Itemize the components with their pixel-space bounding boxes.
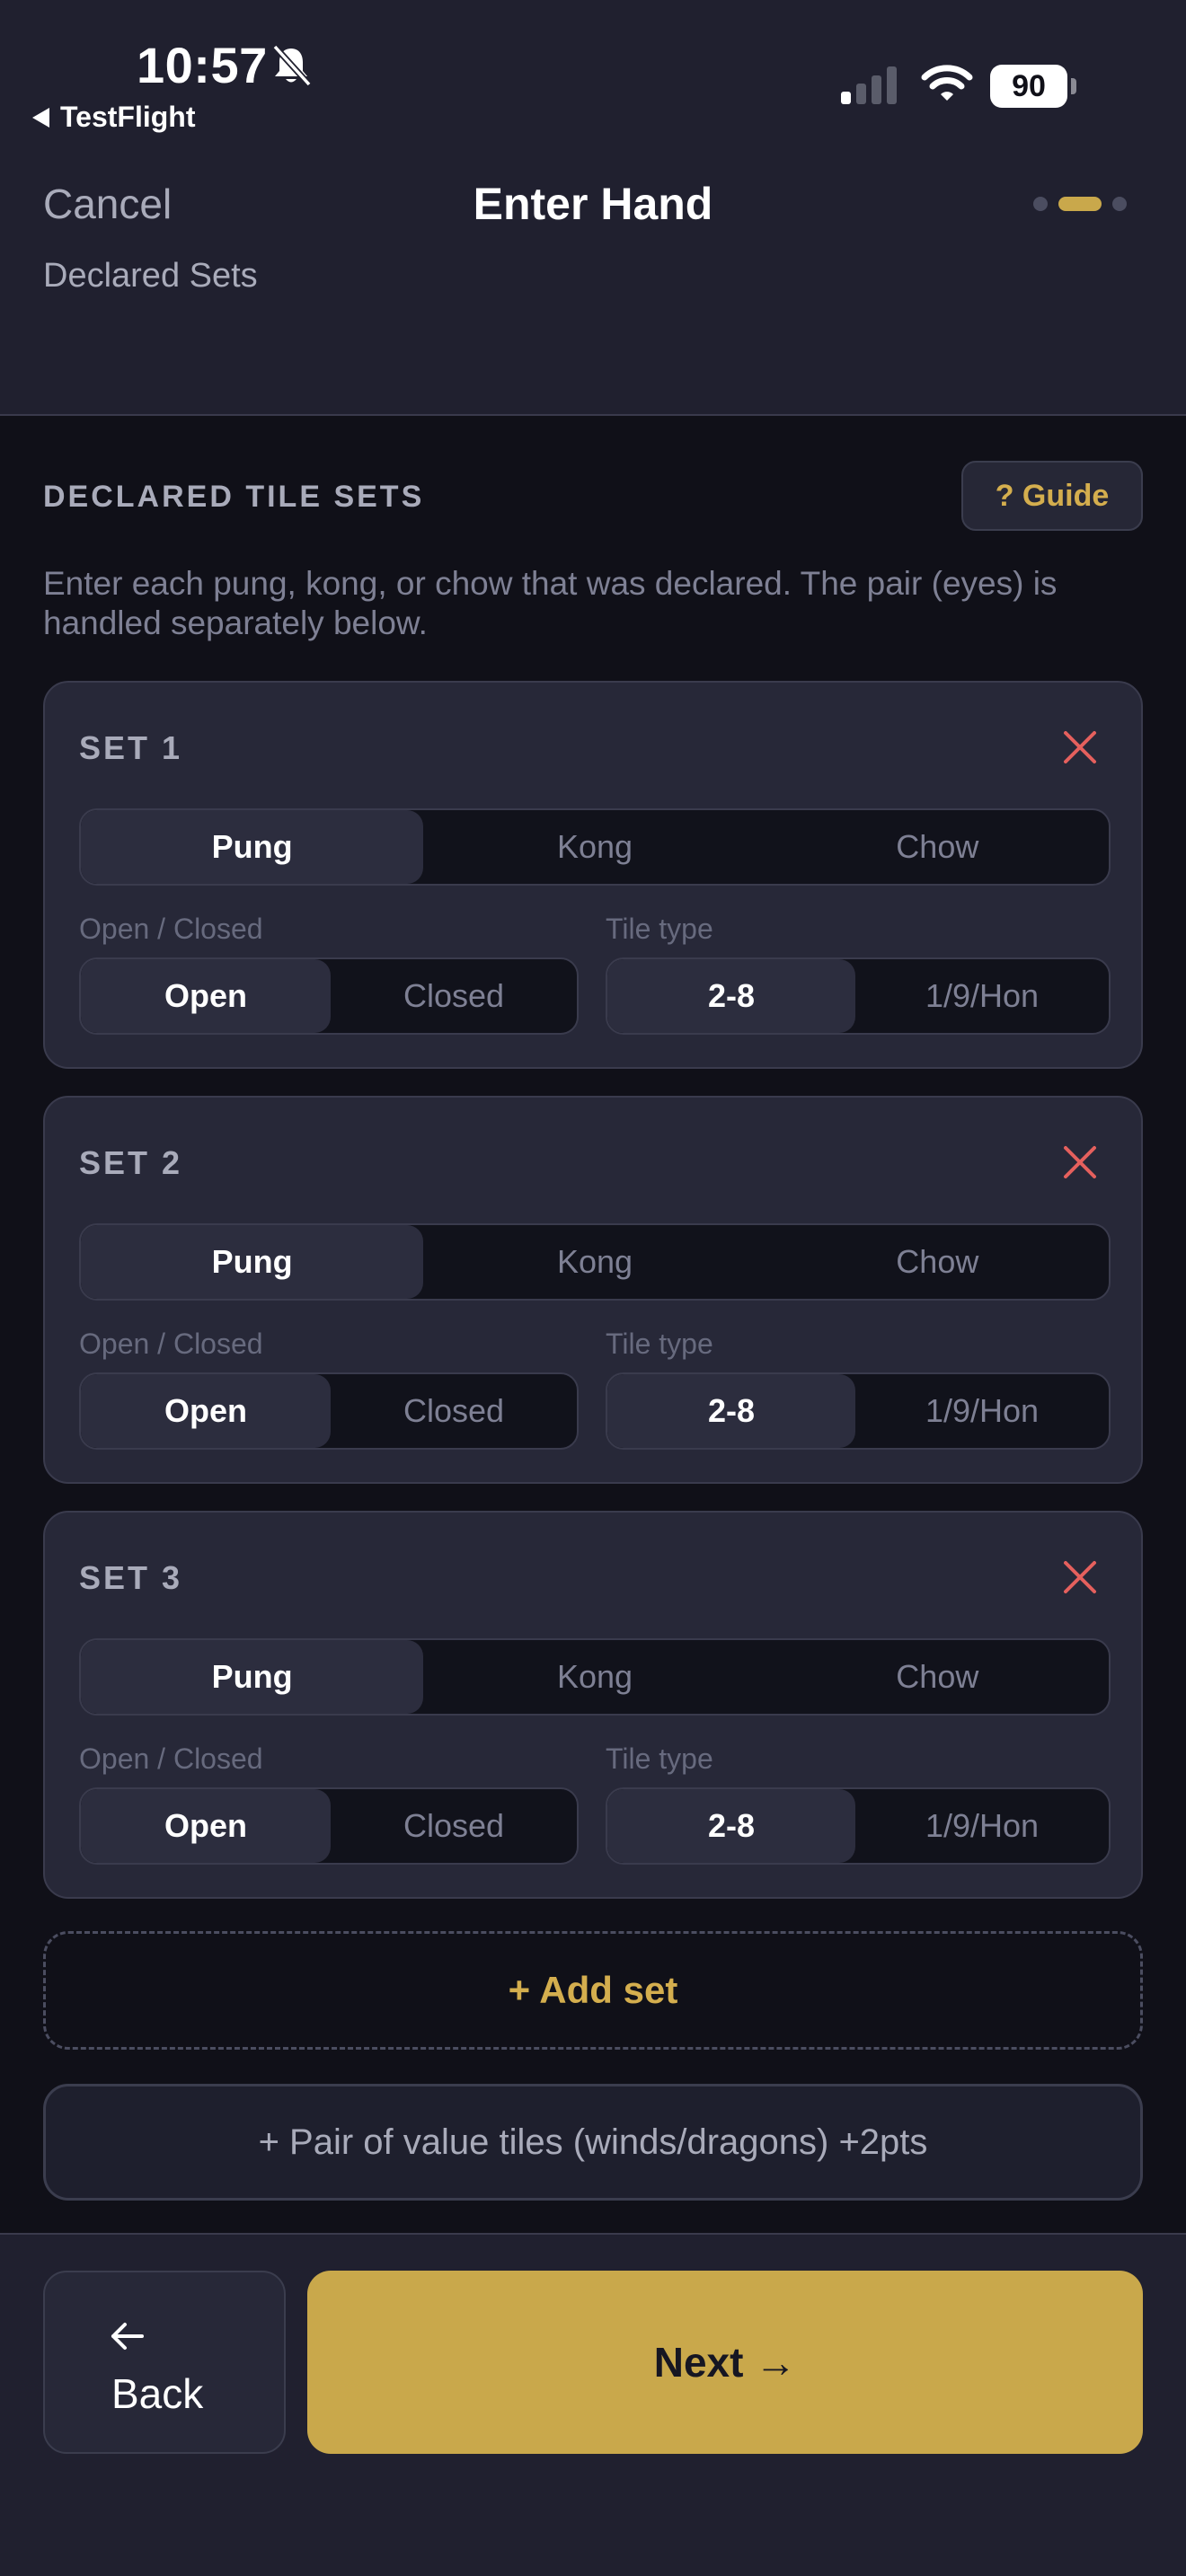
closed-option[interactable]: Closed	[331, 959, 577, 1033]
open-closed-selector: Open Closed	[79, 1372, 579, 1450]
closed-option[interactable]: Closed	[331, 1789, 577, 1863]
set-type-pung[interactable]: Pung	[81, 1225, 424, 1299]
set-label: SET 2	[79, 1144, 183, 1181]
add-set-button[interactable]: + Add set	[43, 1931, 1143, 2050]
tile-terminal-option[interactable]: 1/9/Hon	[855, 1789, 1109, 1863]
open-closed-label: Open / Closed	[79, 1742, 263, 1775]
set-type-selector: Pung Kong Chow	[79, 808, 1111, 886]
tile-type-label: Tile type	[606, 1742, 713, 1775]
wifi-icon	[921, 65, 973, 101]
back-to-app[interactable]: TestFlight	[32, 101, 196, 134]
closed-option[interactable]: Closed	[331, 1374, 577, 1448]
tile-type-label: Tile type	[606, 1328, 713, 1360]
tile-type-selector: 2-8 1/9/Hon	[606, 1372, 1111, 1450]
set-type-kong[interactable]: Kong	[423, 810, 766, 884]
step-dot	[1112, 197, 1127, 211]
open-option[interactable]: Open	[81, 1789, 331, 1863]
set-label: SET 1	[79, 729, 183, 766]
tile-terminal-option[interactable]: 1/9/Hon	[855, 1374, 1109, 1448]
page-subtitle: Declared Sets	[43, 257, 258, 295]
guide-button[interactable]: ? Guide	[961, 461, 1143, 531]
tile-simple-option[interactable]: 2-8	[607, 1374, 855, 1448]
tile-simple-option[interactable]: 2-8	[607, 959, 855, 1033]
tile-simple-option[interactable]: 2-8	[607, 1789, 855, 1863]
set-type-chow[interactable]: Chow	[766, 1225, 1109, 1299]
close-icon[interactable]	[1060, 1557, 1100, 1597]
set-label: SET 3	[79, 1559, 183, 1596]
set-type-pung[interactable]: Pung	[81, 1640, 424, 1714]
next-button[interactable]: Next →	[307, 2271, 1143, 2454]
tile-type-label: Tile type	[606, 913, 713, 945]
set-card: SET 1 Pung Kong Chow Open / Closed Tile …	[43, 681, 1143, 1069]
open-closed-label: Open / Closed	[79, 913, 263, 945]
back-button[interactable]: Back	[43, 2271, 286, 2454]
section-description: Enter each pung, kong, or chow that was …	[43, 565, 1058, 641]
back-app-label: TestFlight	[60, 101, 196, 133]
step-dot	[1033, 197, 1048, 211]
tile-terminal-option[interactable]: 1/9/Hon	[855, 959, 1109, 1033]
close-icon[interactable]	[1060, 728, 1100, 767]
close-icon[interactable]	[1060, 1142, 1100, 1182]
footer-bar: Back Next →	[0, 2233, 1186, 2576]
battery-indicator: 90	[990, 65, 1076, 108]
battery-level: 90	[1012, 69, 1046, 103]
section-title: DECLARED TILE SETS	[43, 480, 425, 514]
open-closed-label: Open / Closed	[79, 1328, 263, 1360]
step-indicator	[1033, 197, 1127, 211]
open-option[interactable]: Open	[81, 1374, 331, 1448]
set-type-selector: Pung Kong Chow	[79, 1638, 1111, 1716]
set-card: SET 2 Pung Kong Chow Open / Closed Tile …	[43, 1096, 1143, 1484]
page-title: Enter Hand	[473, 179, 713, 229]
tile-type-selector: 2-8 1/9/Hon	[606, 957, 1111, 1035]
top-bar: 10:57 TestFlight 90 Cancel Enter Hand De…	[0, 0, 1186, 416]
open-closed-selector: Open Closed	[79, 1787, 579, 1865]
step-dot-active	[1058, 197, 1102, 211]
open-option[interactable]: Open	[81, 959, 331, 1033]
signal-icon	[841, 66, 897, 104]
back-button-label: Back	[111, 2370, 204, 2417]
set-type-kong[interactable]: Kong	[423, 1640, 766, 1714]
status-time: 10:57	[137, 37, 268, 93]
tile-type-selector: 2-8 1/9/Hon	[606, 1787, 1111, 1865]
set-type-chow[interactable]: Chow	[766, 1640, 1109, 1714]
back-triangle-icon	[32, 107, 49, 128]
arrow-left-icon	[111, 2323, 144, 2350]
set-card: SET 3 Pung Kong Chow Open / Closed Tile …	[43, 1511, 1143, 1899]
set-type-selector: Pung Kong Chow	[79, 1223, 1111, 1301]
set-type-chow[interactable]: Chow	[766, 810, 1109, 884]
value-pair-button[interactable]: + Pair of value tiles (winds/dragons) +2…	[43, 2084, 1143, 2201]
set-type-pung[interactable]: Pung	[81, 810, 424, 884]
open-closed-selector: Open Closed	[79, 957, 579, 1035]
bell-slash-icon	[272, 44, 312, 87]
set-type-kong[interactable]: Kong	[423, 1225, 766, 1299]
